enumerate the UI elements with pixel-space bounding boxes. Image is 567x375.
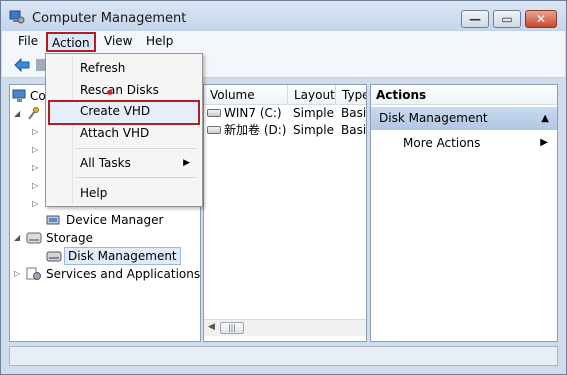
volume-type: Basic (341, 106, 367, 120)
minimize-icon: — (469, 12, 481, 26)
menu-item-all-tasks-label: All Tasks (80, 156, 131, 170)
services-icon (26, 267, 41, 280)
actions-header: Actions (371, 85, 557, 105)
status-bar (9, 346, 558, 366)
actions-pane: Actions Disk Management ▲ More Actions ▶ (370, 84, 558, 342)
column-header-type[interactable]: Type (336, 85, 366, 105)
collapse-icon[interactable]: ◢ (14, 105, 20, 123)
title-bar[interactable]: Computer Management — ▭ ✕ (1, 1, 566, 31)
close-button[interactable]: ✕ (525, 10, 557, 28)
menu-action[interactable]: Action (46, 32, 96, 52)
back-icon[interactable] (14, 58, 30, 72)
collapse-icon[interactable]: ◢ (14, 229, 20, 247)
volume-name: WIN7 (C:) (224, 106, 282, 120)
actions-section-disk-management[interactable]: Disk Management ▲ (371, 107, 557, 130)
device-manager-icon (46, 215, 60, 225)
menu-separator (76, 148, 196, 149)
expand-icon[interactable]: ▷ (14, 265, 20, 283)
collapse-up-icon[interactable]: ▲ (541, 107, 549, 130)
disk-management-icon (46, 251, 62, 262)
minimize-button[interactable]: — (461, 10, 489, 28)
tree-row-device-manager[interactable]: Device Manager (10, 211, 200, 229)
volume-list: Volume Layout Type WIN7 (C:) Simple Basi… (203, 84, 367, 342)
volume-layout: Simple (293, 106, 334, 120)
menu-file[interactable]: File (14, 34, 42, 48)
scroll-thumb[interactable]: ||| (220, 322, 244, 334)
volume-name: 新加卷 (D:) (224, 123, 287, 137)
close-icon: ✕ (535, 12, 547, 26)
actions-section-label: Disk Management (379, 111, 488, 125)
tree-label-device-manager: Device Manager (66, 213, 164, 227)
expand-icon[interactable]: ▷ (32, 177, 38, 195)
cursor-marker (107, 90, 112, 95)
tree-row-storage[interactable]: ◢ Storage (10, 229, 200, 247)
tree-label-services: Services and Applications (46, 267, 201, 281)
window-title: Computer Management (32, 11, 187, 26)
horizontal-scrollbar[interactable]: ◀ ||| (204, 319, 366, 336)
tree-row-disk-management[interactable]: Disk Management (10, 247, 200, 265)
volume-row[interactable]: 新加卷 (D:) Simple Basic (204, 122, 367, 139)
expand-icon[interactable]: ▷ (32, 159, 38, 177)
computer-management-window: Computer Management — ▭ ✕ File Action Vi… (0, 0, 567, 375)
disk-icon (207, 126, 221, 134)
column-header-volume[interactable]: Volume (204, 85, 288, 105)
volume-row[interactable]: WIN7 (C:) Simple Basic (204, 105, 367, 122)
expand-icon[interactable]: ▷ (32, 141, 38, 159)
volume-layout: Simple (293, 123, 334, 137)
action-menu-dropdown: Refresh Rescan Disks Create VHD Attach V… (45, 53, 203, 207)
computer-icon (12, 89, 26, 102)
more-actions-label: More Actions (403, 136, 481, 150)
menu-item-rescan-disks[interactable]: Rescan Disks (48, 79, 200, 101)
menu-separator (76, 177, 196, 178)
disk-icon (207, 109, 221, 117)
column-header-layout[interactable]: Layout (288, 85, 336, 105)
menu-item-refresh[interactable]: Refresh (48, 57, 200, 79)
tree-label-disk-management: Disk Management (64, 247, 181, 265)
menu-item-all-tasks[interactable]: All Tasks ▶ (48, 152, 200, 174)
scroll-left-icon[interactable]: ◀ (208, 322, 215, 332)
submenu-arrow-icon: ▶ (183, 158, 190, 168)
menu-bar: File Action View Help (2, 31, 565, 53)
menu-view[interactable]: View (100, 34, 136, 48)
app-icon (9, 10, 25, 24)
tree-row-services[interactable]: ▷ Services and Applications (10, 265, 200, 283)
menu-item-attach-vhd[interactable]: Attach VHD (48, 122, 200, 144)
tools-icon (28, 107, 39, 120)
menu-help[interactable]: Help (142, 34, 177, 48)
maximize-icon: ▭ (501, 12, 513, 26)
submenu-arrow-icon: ▶ (540, 137, 548, 148)
maximize-button[interactable]: ▭ (493, 10, 521, 28)
tree-root-label: Co (30, 89, 46, 103)
menu-item-help[interactable]: Help (48, 182, 200, 204)
tree-label-storage: Storage (46, 231, 93, 245)
volume-type: Basic (341, 123, 367, 137)
more-actions-item[interactable]: More Actions ▶ (371, 133, 557, 153)
expand-icon[interactable]: ▷ (32, 123, 38, 141)
storage-icon (26, 232, 42, 244)
